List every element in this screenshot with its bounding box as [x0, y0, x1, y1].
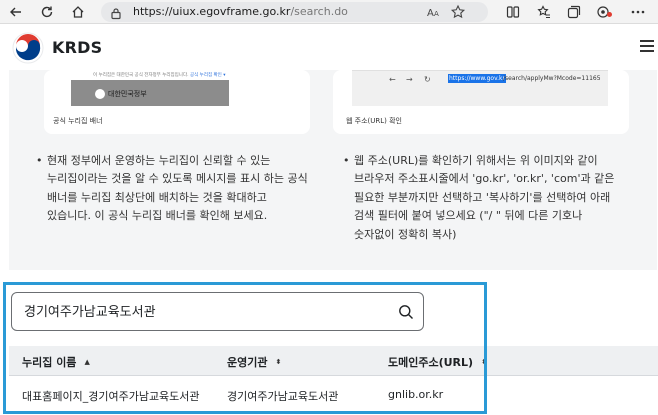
url-host: https://uiux.egovframe.go.kr [133, 5, 291, 18]
url-path: /search.do [290, 5, 348, 18]
reading-view-icon[interactable] [503, 2, 523, 22]
home-icon[interactable] [68, 2, 88, 22]
description-line: 웹 주소(URL)를 확인하기 위해서는 위 이미지와 같이 [354, 154, 598, 167]
browser-toolbar: https://uiux.egovframe.go.kr/search.do A… [0, 0, 658, 24]
government-seal-icon [95, 89, 105, 99]
bullet-icon: • [343, 154, 350, 167]
url-caption: 웹 주소(URL) 확인 [346, 117, 402, 125]
refresh-icon[interactable] [37, 2, 57, 22]
address-bar[interactable]: https://uiux.egovframe.go.kr/search.do A… [101, 2, 488, 22]
favorites-icon[interactable] [534, 2, 554, 22]
lock-icon[interactable] [110, 5, 122, 24]
description-line: 배너를 누리집 최상단에 배치하는 것을 확대하고 [47, 190, 267, 204]
krds-logo-icon[interactable] [12, 32, 44, 68]
banner-top-text: 이 누리집은 대한민국 공식 전자정부 누리집입니다. 공식 누리집 확인 ▾ [71, 70, 229, 80]
mock-url-path: /search/applyMw?Mcode=11165 [503, 75, 601, 82]
favorite-star-icon[interactable] [450, 4, 466, 24]
url-example-image: ← → ↻ https://www.gov.kr /search/applyMw… [352, 70, 608, 106]
banner-top-link: 공식 누리집 확인 ▾ [189, 73, 226, 78]
banner-description: • 현재 정부에서 운영하는 누리집이 신뢰할 수 있는 누리집이라는 것을 알… [36, 152, 308, 226]
hamburger-menu-icon[interactable] [640, 40, 654, 52]
description-line: 누리집이라는 것을 알 수 있도록 메시지를 표시 하는 공식 [47, 172, 308, 186]
description-line: 검색 필터에 붙여 넣으세요 ("/ " 뒤에 다른 기호나 [354, 209, 583, 223]
more-options-icon[interactable] [628, 2, 648, 22]
brand-title[interactable]: KRDS [52, 38, 102, 57]
url-text[interactable]: https://uiux.egovframe.go.kr/search.do [133, 5, 348, 18]
svg-text:A: A [427, 8, 434, 19]
description-line: 현재 정부에서 운영하는 누리집이 신뢰할 수 있는 [47, 154, 271, 167]
description-line: 숫자없이 정확히 복사) [354, 227, 457, 241]
banner-example-image: 이 누리집은 대한민국 공식 전자정부 누리집입니다. 공식 누리집 확인 ▾ … [71, 70, 229, 106]
bullet-icon: • [36, 154, 43, 167]
collections-icon[interactable] [564, 2, 584, 22]
description-line: 브라우저 주소표시줄에서 'go.kr', 'or.kr', 'com'과 같은 [354, 172, 615, 186]
focus-highlight-box [3, 282, 487, 414]
back-icon[interactable] [6, 2, 26, 22]
banner-top-message: 이 누리집은 대한민국 공식 전자정부 누리집입니다. [93, 73, 189, 78]
banner-gov-name: 대한민국정부 [108, 90, 147, 98]
svg-text:A: A [434, 10, 439, 18]
mock-forward-icon: → [406, 75, 413, 84]
description-line: 필요한 부분까지만 선택하고 '복사하기'를 선택하여 아래 [354, 190, 611, 204]
mock-url-host: https://www.gov.kr [448, 74, 506, 83]
description-line: 있습니다. 이 공식 누리집 배너를 확인해 보세요. [47, 209, 268, 223]
mock-refresh-icon: ↻ [424, 75, 431, 84]
text-size-icon[interactable]: AA [426, 4, 442, 24]
banner-caption: 공식 누리집 배너 [53, 117, 103, 125]
extensions-icon[interactable] [595, 2, 615, 22]
url-description: • 웹 주소(URL)를 확인하기 위해서는 위 이미지와 같이 브라우저 주소… [343, 152, 615, 244]
mock-back-icon: ← [389, 75, 396, 84]
